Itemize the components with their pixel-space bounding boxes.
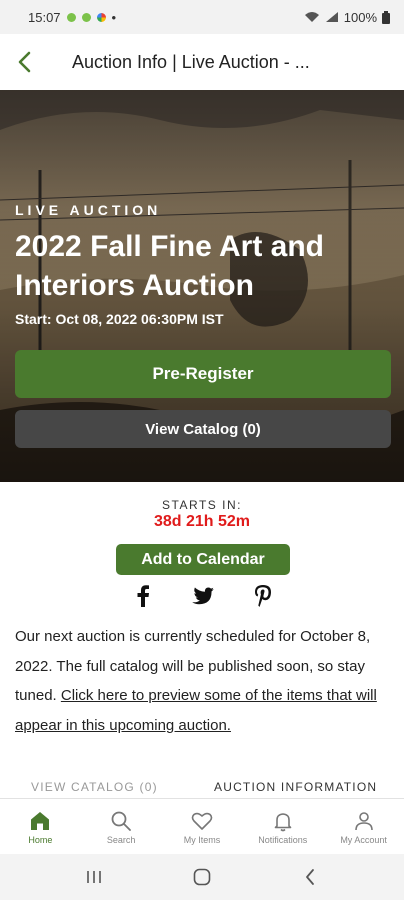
nav-notifications-label: Notifications <box>258 834 308 845</box>
app-notification-icon <box>96 12 106 22</box>
twitter-icon[interactable] <box>190 583 216 609</box>
pinterest-icon[interactable] <box>250 583 276 609</box>
search-icon <box>111 811 132 831</box>
facebook-icon[interactable] <box>130 583 156 609</box>
android-icon <box>81 12 91 22</box>
back-button[interactable] <box>2 34 46 90</box>
share-row <box>130 583 276 609</box>
wifi-icon <box>304 12 319 22</box>
auction-type-label: LIVE AUCTION <box>15 202 162 218</box>
view-catalog-button[interactable]: View Catalog (0) <box>15 410 391 448</box>
nav-home[interactable]: Home <box>0 799 81 854</box>
auction-hero: LIVE AUCTION 2022 Fall Fine Art and Inte… <box>0 90 404 482</box>
home-system-button[interactable] <box>182 857 222 897</box>
nav-my-items-label: My Items <box>183 834 221 845</box>
preview-items-link[interactable]: Click here to preview some of the items … <box>15 687 377 734</box>
nav-my-account-label: My Account <box>340 834 387 845</box>
signal-icon <box>325 12 338 22</box>
nav-notifications[interactable]: Notifications <box>242 799 323 854</box>
page-title: Auction Info | Live Auction - ... <box>72 51 310 72</box>
battery-icon <box>382 10 390 24</box>
chevron-left-icon <box>18 51 31 73</box>
nav-search-label: Search <box>106 834 136 845</box>
recent-apps-button[interactable] <box>74 857 114 897</box>
add-to-calendar-button[interactable]: Add to Calendar <box>116 544 290 575</box>
status-bar: 15:07 • 100% <box>0 0 404 34</box>
status-time: 15:07 <box>28 9 61 25</box>
home-circle-icon <box>193 868 211 886</box>
bell-icon <box>274 812 292 831</box>
system-navigation-bar <box>0 854 404 900</box>
app-header: Auction Info | Live Auction - ... <box>0 34 404 90</box>
user-icon <box>354 811 373 830</box>
battery-percentage: 100% <box>343 9 377 25</box>
pre-register-button[interactable]: Pre-Register <box>15 350 391 398</box>
recent-apps-icon <box>87 871 101 883</box>
bottom-navigation: Home Search My Items Notifications My Ac… <box>0 798 404 854</box>
back-system-button[interactable] <box>290 857 330 897</box>
nav-search[interactable]: Search <box>81 799 162 854</box>
starts-in-label: STARTS IN: <box>162 498 242 512</box>
countdown-timer: 38d 21h 52m <box>153 513 251 530</box>
home-icon <box>31 811 50 830</box>
heart-icon <box>191 812 213 830</box>
auction-description: Our next auction is currently scheduled … <box>15 622 393 740</box>
auction-title: 2022 Fall Fine Art and Interiors Auction <box>15 230 324 302</box>
auction-tabs: VIEW CATALOG (0) AUCTION INFORMATION <box>0 776 404 798</box>
back-chevron-icon <box>306 869 314 885</box>
nav-my-items[interactable]: My Items <box>162 799 243 854</box>
more-notifications-dot: • <box>111 9 117 25</box>
auction-start-date: Start: Oct 08, 2022 06:30PM IST <box>15 311 224 327</box>
android-icon <box>66 12 76 22</box>
tab-view-catalog[interactable]: VIEW CATALOG (0) <box>31 780 158 794</box>
tab-auction-information[interactable]: AUCTION INFORMATION <box>214 780 377 794</box>
nav-home-label: Home <box>28 834 53 845</box>
nav-my-account[interactable]: My Account <box>323 799 404 854</box>
